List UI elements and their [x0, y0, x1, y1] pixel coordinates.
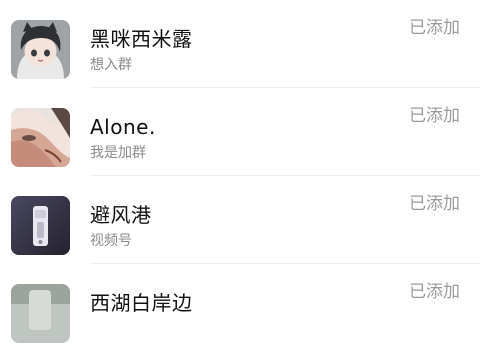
added-status: 已添加 — [409, 18, 460, 38]
partial-avatar-icon — [11, 284, 70, 343]
list-item[interactable]: Alone. 我是加群 已添加 — [0, 88, 480, 176]
avatar[interactable] — [11, 284, 70, 343]
contact-name: 黑咪西米露 — [90, 27, 193, 51]
contact-name: Alone. — [90, 115, 156, 139]
request-note: 想入群 — [90, 57, 132, 73]
added-status: 已添加 — [409, 282, 460, 302]
request-note: 视频号 — [90, 233, 132, 249]
friend-request-list: 黑咪西米露 想入群 已添加 Alone. 我是加群 已添加 避风港 视频号 已添… — [0, 0, 480, 343]
list-item[interactable]: 黑咪西米露 想入群 已添加 — [0, 0, 480, 88]
face-closeup-avatar-icon — [11, 108, 70, 167]
avatar[interactable] — [11, 20, 70, 79]
contact-name: 避风港 — [90, 203, 152, 227]
added-status: 已添加 — [409, 106, 460, 126]
list-item[interactable]: 避风港 视频号 已添加 — [0, 176, 480, 264]
anime-cat-girl-avatar-icon — [11, 20, 70, 79]
avatar[interactable] — [11, 196, 70, 255]
added-status: 已添加 — [409, 194, 460, 214]
avatar[interactable] — [11, 108, 70, 167]
lighter-photo-avatar-icon — [11, 196, 70, 255]
request-note: 我是加群 — [90, 145, 146, 161]
list-item[interactable]: 西湖白岸边 已添加 — [0, 264, 480, 352]
contact-name: 西湖白岸边 — [90, 291, 193, 315]
